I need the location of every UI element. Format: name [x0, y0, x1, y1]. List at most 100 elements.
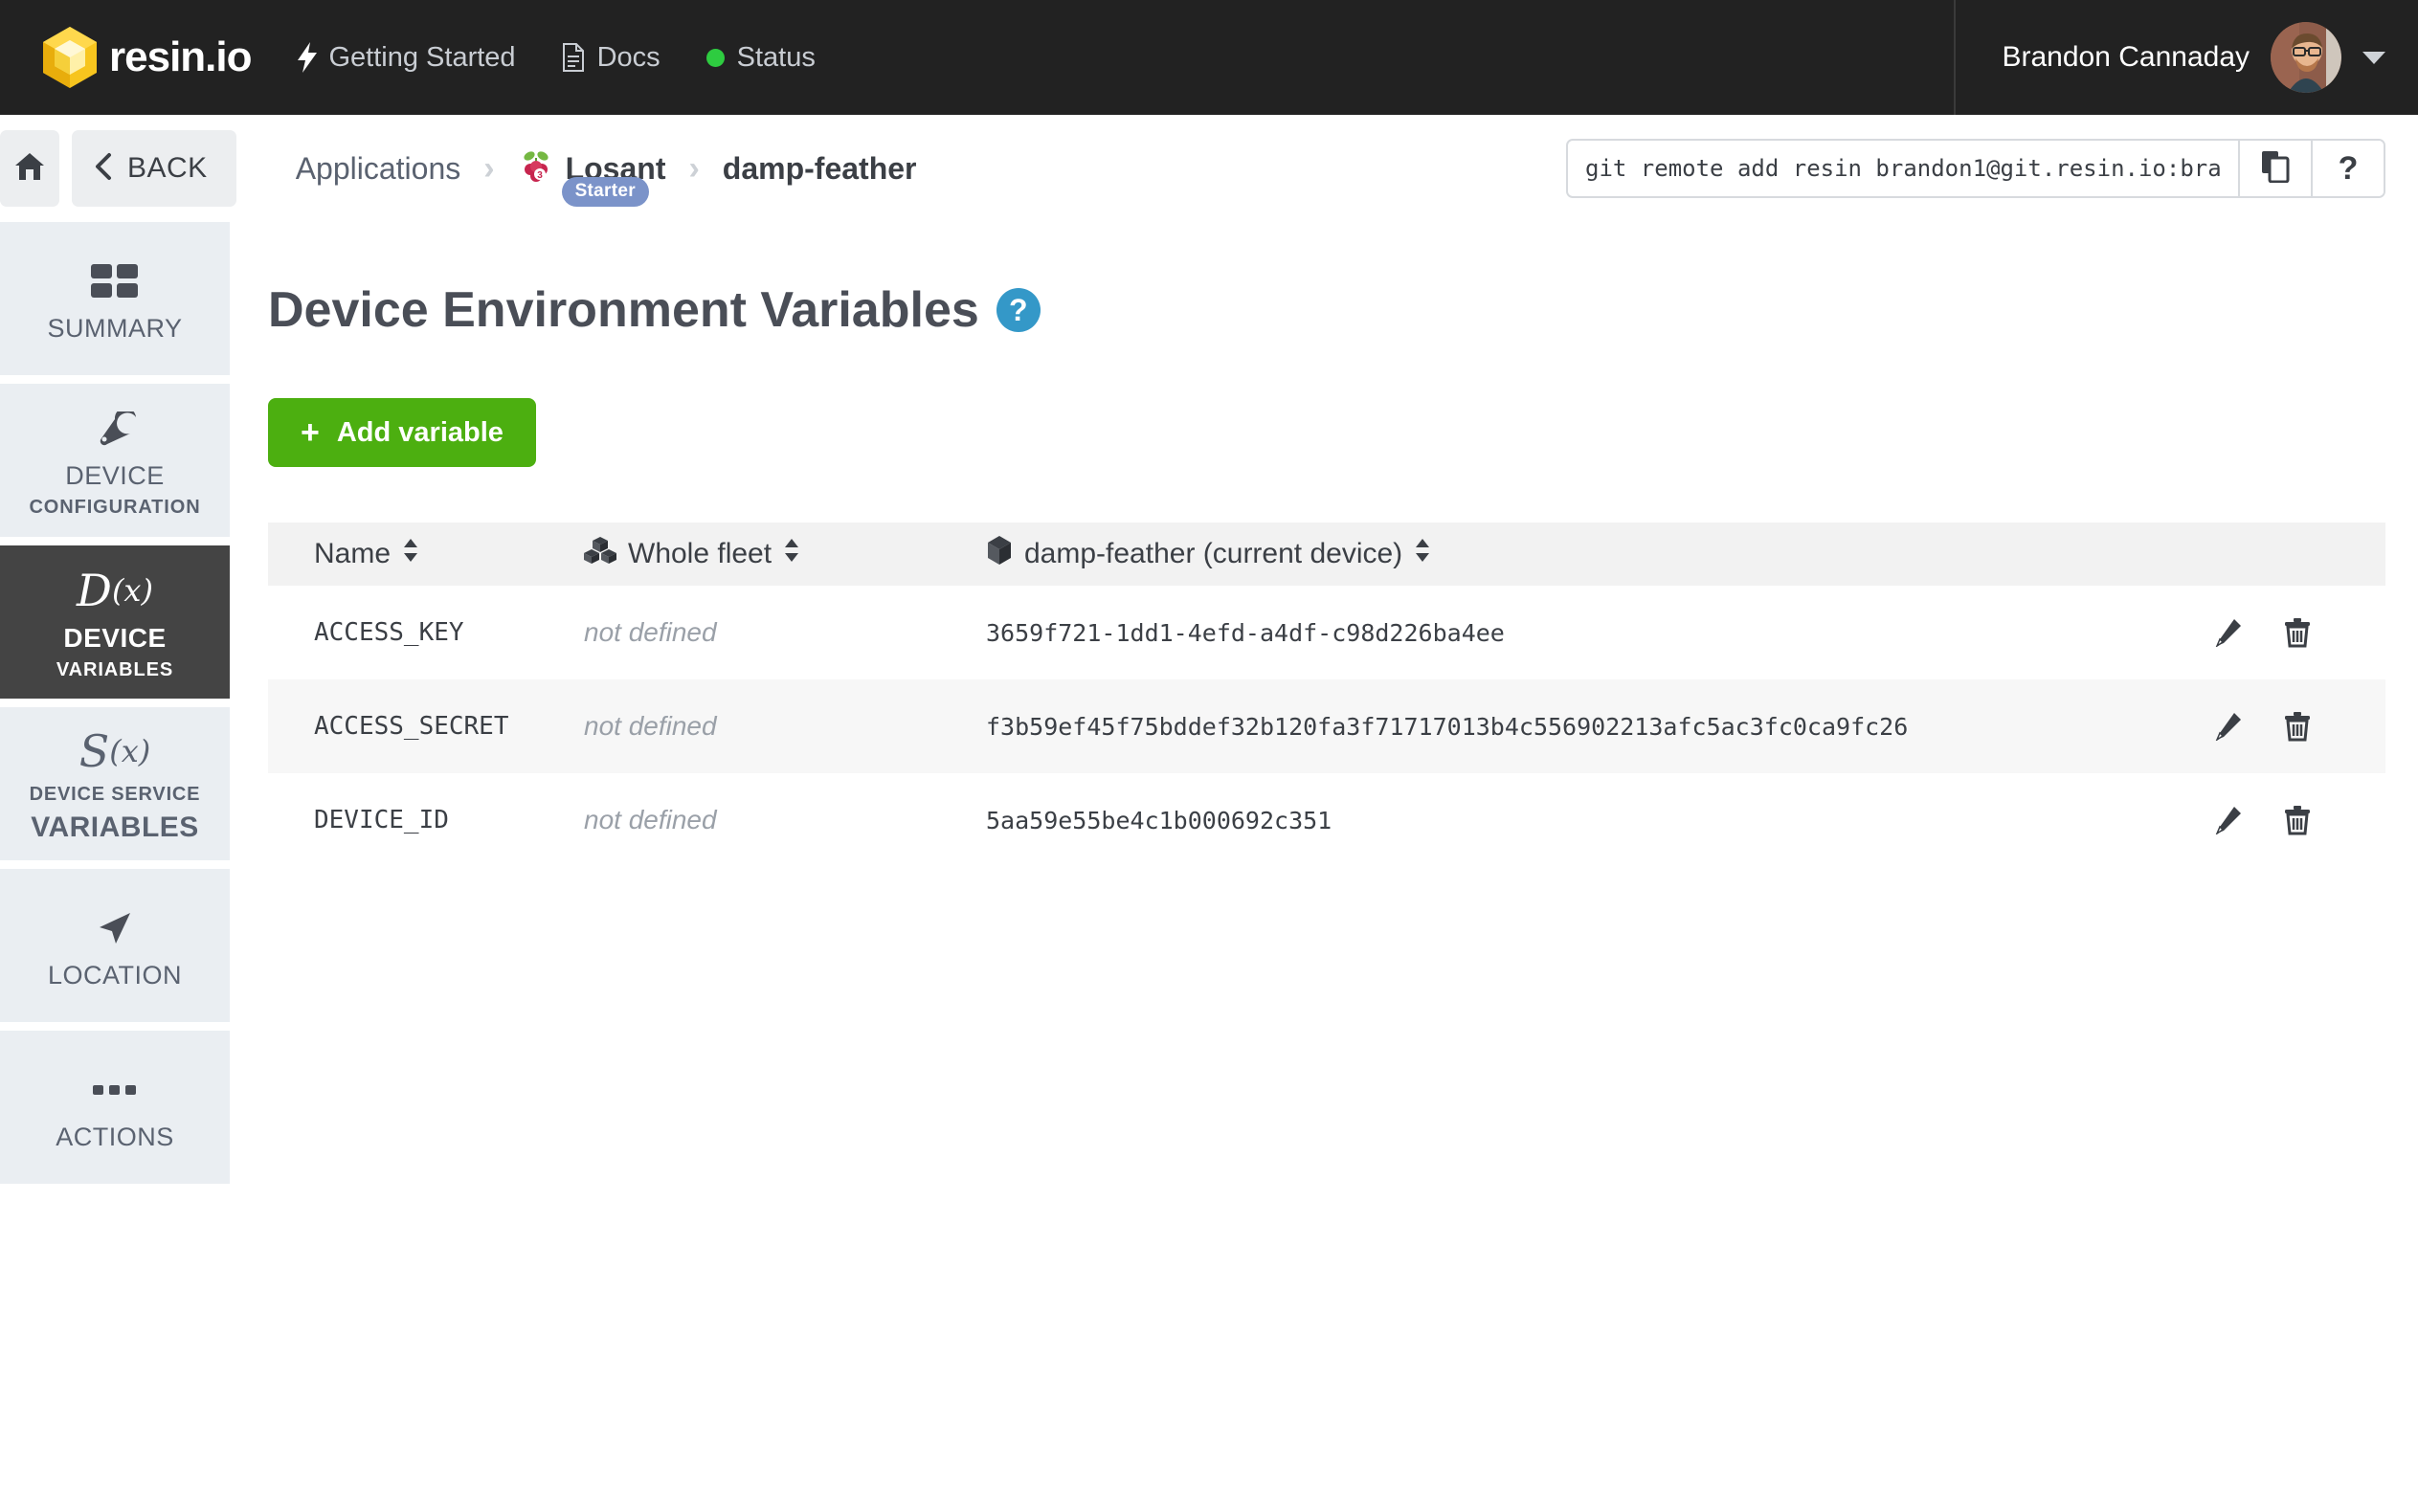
row-actions [2213, 617, 2385, 648]
d-of-x-glyph-icon: D (x) [77, 564, 153, 617]
table-row: DEVICE_ID not defined 5aa59e55be4c1b0006… [268, 773, 2385, 867]
question-mark-icon: ? [2338, 149, 2359, 187]
variable-fleet-value: not defined [584, 617, 717, 647]
variable-name: ACCESS_KEY [314, 618, 464, 647]
column-header-name-label: Name [314, 538, 392, 569]
sidebar-label-summary: SUMMARY [47, 313, 183, 343]
page-body: SUMMARY DEVICE CONFIGURATION D (x) DEVICE… [0, 222, 2418, 1512]
back-button[interactable]: BACK [72, 130, 236, 207]
variable-fleet-value: not defined [584, 805, 717, 834]
nav-item-getting-started[interactable]: Getting Started [297, 41, 516, 74]
table-row: ACCESS_SECRET not defined f3b59ef45f75bd… [268, 679, 2385, 773]
brand-logo-link[interactable]: resin.io [40, 25, 252, 90]
variable-device-value: 5aa59e55be4c1b000692c351 [986, 806, 1332, 834]
breadcrumb-separator: › [483, 149, 495, 187]
nav-item-docs[interactable]: Docs [562, 42, 660, 74]
variable-name: DEVICE_ID [314, 806, 449, 834]
s-glyph: S [78, 724, 110, 777]
navigation-arrow-icon [94, 901, 136, 955]
sidebar-item-device-configuration[interactable]: DEVICE CONFIGURATION [0, 384, 230, 537]
bolt-icon [297, 42, 317, 73]
d-glyph: D [77, 564, 112, 616]
primary-nav: Getting Started Docs Status [297, 41, 816, 74]
sidebar-item-location[interactable]: LOCATION [0, 869, 230, 1022]
sort-updown-icon-3 [1414, 537, 1431, 571]
home-icon [13, 151, 46, 187]
row-actions [2213, 805, 2385, 835]
nav-item-status[interactable]: Status [705, 41, 816, 74]
sidebar-item-device-variables[interactable]: D (x) DEVICE VARIABLES [0, 545, 230, 699]
sidebar-item-summary[interactable]: SUMMARY [0, 222, 230, 375]
git-help-button[interactable]: ? [2311, 141, 2384, 196]
copy-button[interactable] [2238, 141, 2311, 196]
sidebar-label-device-service-variables-sub: VARIABLES [31, 811, 199, 843]
top-navigation-bar: resin.io Getting Started Docs Status Bra… [0, 0, 2418, 115]
page-title-row: Device Environment Variables ? [268, 281, 2385, 339]
variable-device-value: 3659f721-1dd1-4efd-a4df-c98d226ba4ee [986, 618, 1505, 647]
svg-text:3: 3 [537, 170, 543, 181]
row-actions [2213, 711, 2385, 742]
sidebar-label-device-configuration-sub: CONFIGURATION [29, 497, 201, 518]
pencil-icon[interactable] [2213, 712, 2242, 741]
home-button[interactable] [0, 130, 59, 207]
wrench-icon [92, 402, 138, 456]
plus-icon: + [301, 414, 320, 451]
ellipsis-icon [93, 1063, 137, 1117]
chevron-left-icon [95, 152, 112, 186]
sidebar-label-device-configuration-main: DEVICE [65, 461, 165, 490]
sidebar-label-actions: ACTIONS [56, 1122, 174, 1151]
page-title: Device Environment Variables [268, 282, 979, 338]
add-variable-label: Add variable [336, 416, 504, 448]
variable-device-value: f3b59ef45f75bddef32b120fa3f71717013b4c55… [986, 712, 1909, 741]
nav-label-status: Status [736, 41, 816, 73]
sidebar-label-device-variables-sub: VARIABLES [56, 658, 174, 680]
trash-icon[interactable] [2284, 711, 2311, 742]
user-name: Brandon Cannaday [2002, 41, 2250, 73]
nav-label-docs: Docs [596, 41, 660, 73]
of-x-glyph: (x) [111, 571, 153, 609]
pencil-icon[interactable] [2213, 618, 2242, 647]
nav-label-getting-started: Getting Started [328, 41, 516, 73]
subheader-bar: BACK Applications › 3 Losant Starter › d… [0, 115, 2418, 222]
raspberry-pi-icon: 3 [518, 148, 554, 189]
sidebar: SUMMARY DEVICE CONFIGURATION D (x) DEVICE… [0, 222, 230, 1512]
user-menu[interactable]: Brandon Cannaday [1954, 0, 2418, 115]
pencil-icon[interactable] [2213, 806, 2242, 834]
git-remote-input[interactable] [1568, 141, 2238, 196]
sort-updown-icon-2 [783, 537, 800, 571]
git-remote-box: ? [1566, 139, 2385, 198]
table-row: ACCESS_KEY not defined 3659f721-1dd1-4ef… [268, 586, 2385, 679]
column-header-whole-fleet[interactable]: Whole fleet [584, 536, 986, 572]
add-variable-button[interactable]: + Add variable [268, 398, 536, 467]
variable-fleet-value: not defined [584, 711, 717, 741]
sidebar-label-location: LOCATION [47, 960, 182, 989]
help-circle-icon[interactable]: ? [996, 288, 1041, 332]
copy-icon [2261, 150, 2290, 188]
sidebar-item-actions[interactable]: ACTIONS [0, 1031, 230, 1184]
trash-icon[interactable] [2284, 617, 2311, 648]
status-dot-icon [705, 48, 725, 67]
column-header-name[interactable]: Name [268, 537, 584, 571]
cube-icon [986, 535, 1013, 573]
chevron-down-icon [2362, 51, 2385, 64]
breadcrumb-app-losant[interactable]: 3 Losant Starter [518, 148, 665, 207]
avatar [2271, 22, 2341, 93]
table-header-row: Name Whole fleet damp-feather (current d… [268, 523, 2385, 586]
environment-variables-table: Name Whole fleet damp-feather (current d… [268, 523, 2385, 867]
grid-squares-icon [91, 255, 139, 308]
breadcrumb-applications[interactable]: Applications [296, 151, 461, 187]
sidebar-label-device-service-variables-main: DEVICE SERVICE [29, 783, 201, 805]
cubes-icon [584, 536, 616, 572]
brand-name: resin.io [109, 33, 252, 80]
sidebar-item-device-service-variables[interactable]: S (x) DEVICE SERVICE VARIABLES [0, 707, 230, 860]
column-header-current-device[interactable]: damp-feather (current device) [986, 535, 2213, 573]
of-x-glyph-2: (x) [109, 732, 151, 769]
sidebar-label-device-variables-main: DEVICE [63, 622, 167, 653]
column-header-current-device-label: damp-feather (current device) [1024, 538, 1403, 569]
breadcrumb: Applications › 3 Losant Starter › damp-f… [296, 148, 917, 207]
breadcrumb-current-device: damp-feather [722, 150, 917, 186]
column-header-whole-fleet-label: Whole fleet [628, 538, 772, 569]
s-of-x-glyph-icon: S (x) [79, 724, 151, 778]
document-icon [562, 43, 585, 72]
trash-icon[interactable] [2284, 805, 2311, 835]
